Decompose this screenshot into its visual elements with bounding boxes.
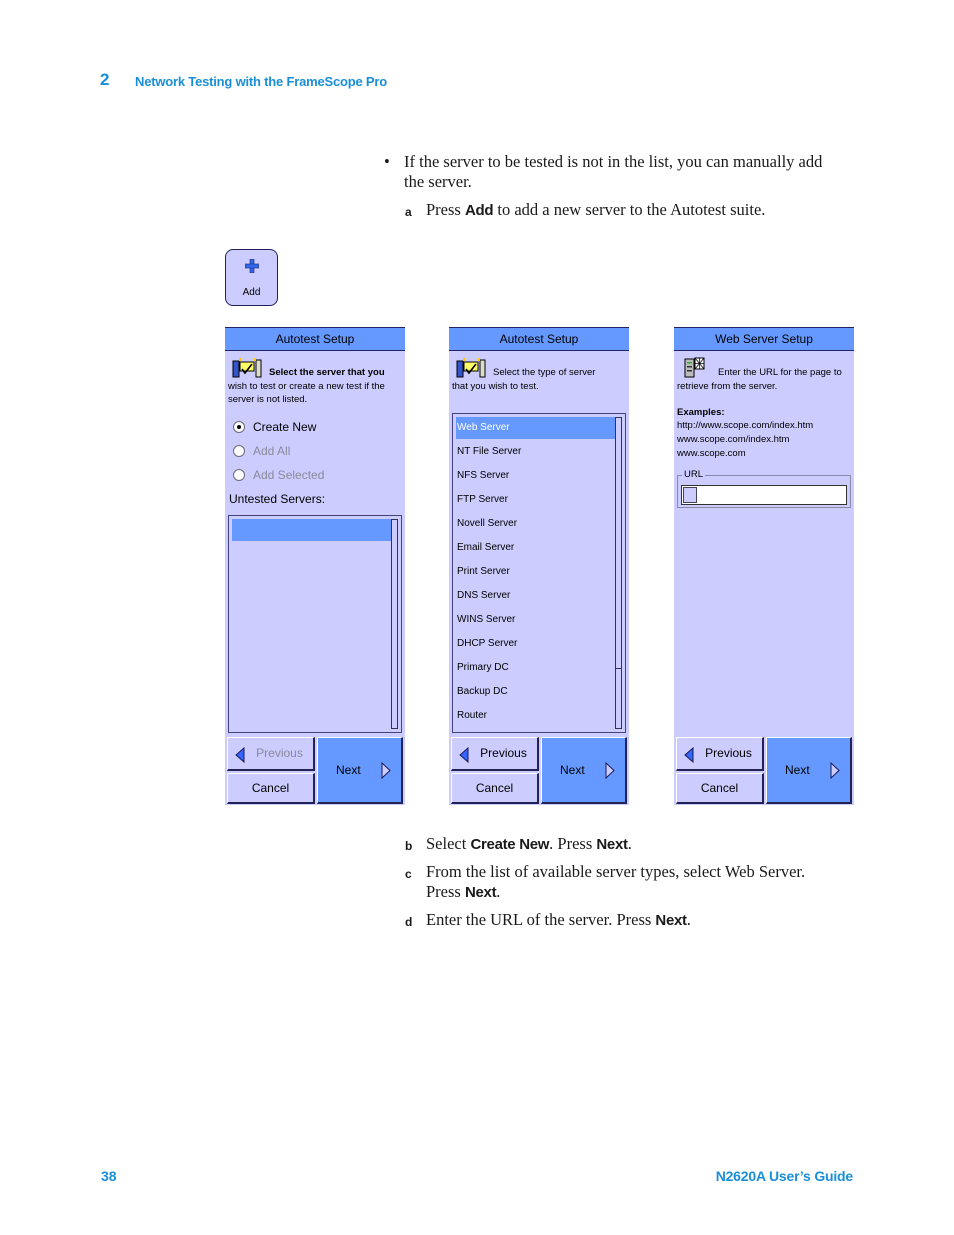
previous-button[interactable]: Previous: [451, 737, 539, 771]
server-type-item[interactable]: WINS Server: [456, 609, 615, 631]
step-d-text: Enter the URL of the server. Press Next.: [426, 910, 691, 929]
previous-button[interactable]: Previous: [227, 737, 315, 771]
chapter-title: Network Testing with the FrameScope Pro: [135, 74, 388, 89]
next-label: Next: [560, 763, 585, 777]
cancel-button[interactable]: Cancel: [451, 773, 539, 804]
cancel-button[interactable]: Cancel: [676, 773, 764, 804]
radio-add-all[interactable]: Add All: [233, 444, 290, 458]
web-server-setup-panel: Web Server Setup Enter the URL for the p…: [674, 327, 854, 805]
server-type-item[interactable]: Primary DC: [456, 657, 615, 679]
next-label: Next: [336, 763, 361, 777]
step-c-letter: c: [405, 867, 412, 881]
server-type-item[interactable]: DNS Server: [456, 585, 615, 607]
next-label: Next: [785, 763, 810, 777]
step-b-letter: b: [405, 839, 413, 853]
radio-unchecked-icon: [233, 445, 245, 457]
radio-label: Add All: [253, 444, 291, 458]
radio-create-new[interactable]: Create New: [233, 420, 316, 434]
plus-icon: [245, 259, 259, 273]
panel-title: Autotest Setup: [449, 327, 629, 351]
edit-icon[interactable]: [683, 487, 697, 503]
step-a-text: Press Add to add a new server to the Aut…: [426, 200, 766, 219]
left-arrow-icon: [684, 747, 694, 763]
panel-title: Web Server Setup: [674, 327, 854, 351]
list-item-selected-empty[interactable]: [232, 519, 391, 541]
right-arrow-icon: [605, 762, 615, 779]
scrollbar-thumb[interactable]: [615, 417, 622, 669]
bullet-text: If the server to be tested is not in the…: [404, 152, 823, 191]
left-arrow-icon: [459, 747, 469, 763]
server-type-list[interactable]: Web Server NT File Server NFS Server FTP Se…: [452, 413, 626, 733]
right-arrow-icon: [381, 762, 391, 779]
bullet-marker: •: [384, 152, 390, 171]
server-type-item[interactable]: NFS Server: [456, 465, 615, 487]
next-button[interactable]: Next: [317, 737, 403, 804]
chapter-number: 2: [100, 70, 110, 89]
untested-servers-list[interactable]: [228, 515, 402, 733]
untested-servers-label: Untested Servers:: [229, 492, 326, 506]
url-label: URL: [682, 469, 706, 481]
autotest-setup-panel-2: Autotest Setup Select the type of server…: [449, 327, 629, 805]
example-url-2: www.scope.com/index.htm: [677, 434, 790, 445]
panel-instructions: Select the server that you wish to test o…: [228, 367, 385, 405]
add-button[interactable]: Add: [225, 249, 278, 306]
radio-add-selected[interactable]: Add Selected: [233, 468, 324, 482]
server-type-item[interactable]: Email Server: [456, 537, 615, 559]
next-button[interactable]: Next: [541, 737, 627, 804]
example-url-1: http://www.scope.com/index.htm: [677, 420, 814, 431]
radio-label: Create New: [253, 420, 317, 434]
radio-label: Add Selected: [253, 468, 325, 482]
server-type-item[interactable]: Backup DC: [456, 681, 615, 703]
previous-label: Previous: [480, 746, 527, 760]
scrollbar[interactable]: [615, 417, 622, 729]
server-type-item[interactable]: DHCP Server: [456, 633, 615, 655]
radio-checked-icon: [233, 421, 245, 433]
server-type-item[interactable]: Web Server: [456, 417, 615, 439]
panel-instructions: Select the type of server that you wish t…: [452, 367, 596, 392]
step-c-text: From the list of available server types,…: [426, 862, 806, 901]
url-input[interactable]: [681, 485, 847, 505]
panel-instructions: Enter the URL for the page to retrieve fr…: [677, 367, 842, 392]
page-number: 38: [101, 1168, 117, 1184]
right-arrow-icon: [830, 762, 840, 779]
panel-title: Autotest Setup: [225, 327, 405, 351]
previous-label: Previous: [705, 746, 752, 760]
server-type-item[interactable]: Router: [456, 705, 615, 727]
server-type-item[interactable]: FTP Server: [456, 489, 615, 511]
cancel-button[interactable]: Cancel: [227, 773, 315, 804]
step-d-letter: d: [405, 915, 413, 929]
left-arrow-icon: [235, 747, 245, 763]
next-button[interactable]: Next: [766, 737, 852, 804]
step-a-letter: a: [405, 205, 412, 219]
previous-label: Previous: [256, 746, 303, 760]
previous-button[interactable]: Previous: [676, 737, 764, 771]
server-type-item[interactable]: Print Server: [456, 561, 615, 583]
add-button-label: Add: [242, 287, 261, 298]
url-field-group: URL: [677, 469, 851, 508]
examples-label: Examples:: [677, 407, 725, 418]
autotest-setup-panel-1: Autotest Setup Select the server that yo…: [225, 327, 405, 805]
server-type-item[interactable]: Novell Server: [456, 513, 615, 535]
example-url-3: www.scope.com: [677, 448, 746, 459]
step-b-text: Select Create New. Press Next.: [426, 834, 632, 853]
server-type-item[interactable]: NT File Server: [456, 441, 615, 463]
radio-unchecked-icon: [233, 469, 245, 481]
guide-title: N2620A User’s Guide: [715, 1168, 854, 1184]
scrollbar[interactable]: [391, 519, 398, 729]
